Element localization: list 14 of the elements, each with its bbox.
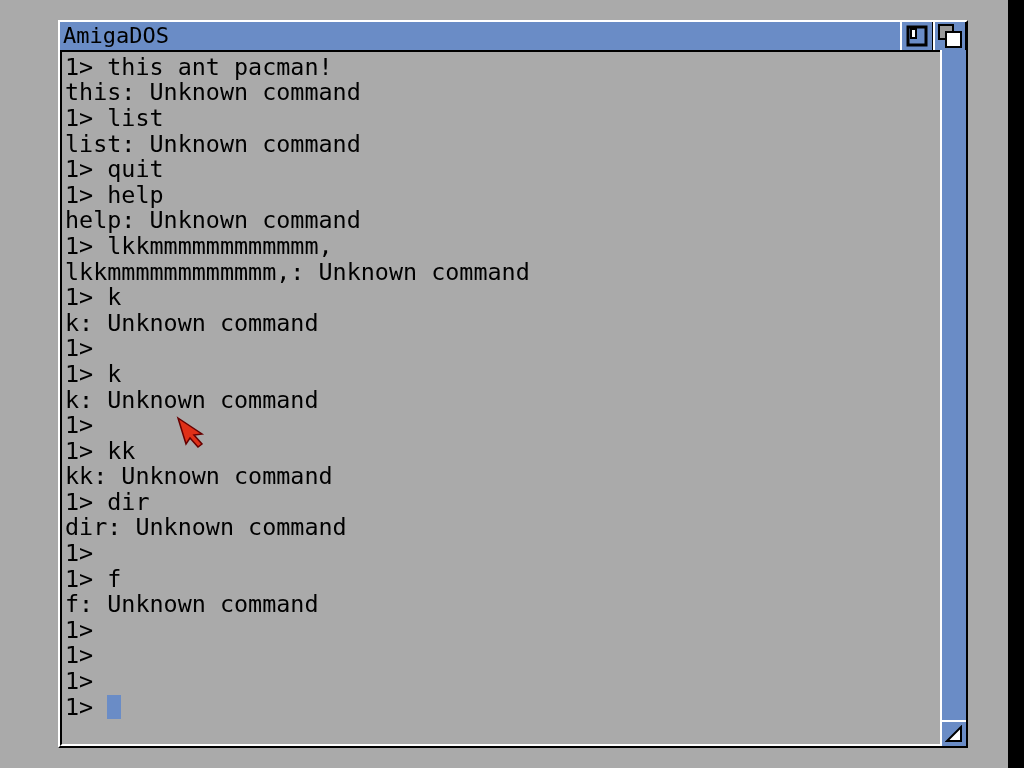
console-line: 1> this ant pacman!	[65, 52, 333, 81]
console-line: 1>	[65, 641, 94, 670]
zoom-gadget-icon[interactable]	[906, 25, 928, 47]
console-line: dir: Unknown command	[65, 513, 347, 542]
console-line: 1> list	[65, 104, 164, 132]
console-line: lkkmmmmmmmmmmmm,: Unknown command	[65, 257, 530, 286]
console-line: list: Unknown command	[65, 129, 361, 158]
window-title: AmigaDOS	[62, 22, 170, 50]
resize-gadget-icon[interactable]	[945, 725, 963, 743]
console-line: 1> quit	[65, 155, 164, 184]
mouse-pointer-icon	[176, 416, 206, 448]
depth-gadget-icon[interactable]	[938, 24, 962, 48]
text-cursor	[107, 694, 122, 719]
console-line: k: Unknown command	[65, 385, 319, 414]
